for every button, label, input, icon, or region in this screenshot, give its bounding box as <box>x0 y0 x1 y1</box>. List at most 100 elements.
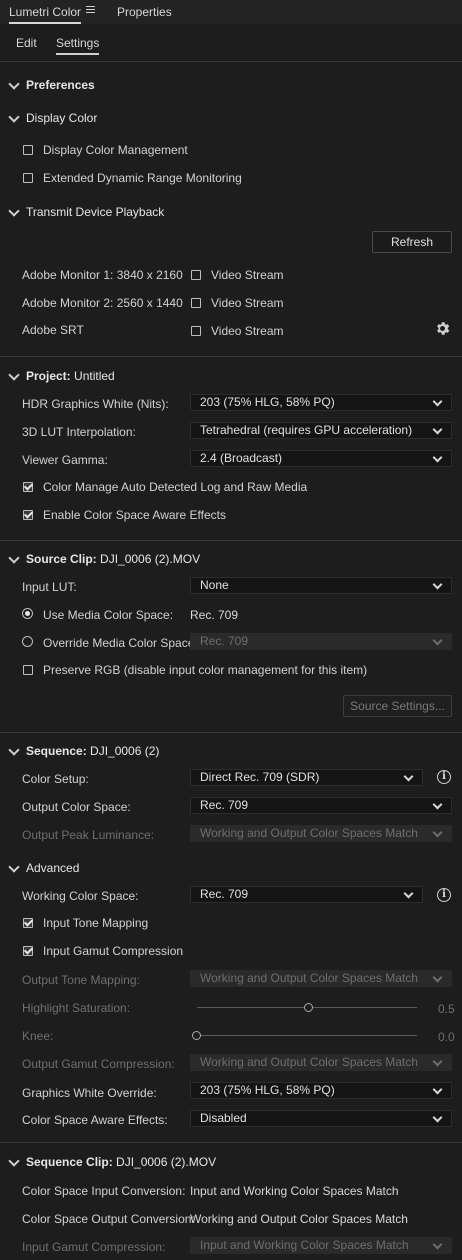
viewer-gamma-dropdown[interactable]: 2.4 (Broadcast) <box>190 450 452 467</box>
subtab-edit[interactable]: Edit <box>16 36 37 50</box>
use-media-color-space-radio[interactable] <box>22 608 33 619</box>
info-icon[interactable]: i <box>437 770 451 784</box>
chevron-down-icon <box>8 861 20 873</box>
input-gamut-compression-checkbox[interactable] <box>23 946 33 956</box>
divider <box>0 1142 462 1143</box>
chevron-down-icon <box>432 452 443 463</box>
tab-lumetri-color[interactable]: Lumetri Color <box>9 5 82 24</box>
chevron-down-icon <box>432 1056 443 1067</box>
edr-monitoring-checkbox[interactable] <box>23 173 33 183</box>
highlight-saturation-handle[interactable] <box>304 1003 313 1012</box>
working-color-space-label: Working Color Space: <box>22 889 139 903</box>
refresh-button[interactable]: Refresh <box>372 231 452 253</box>
chevron-down-icon <box>8 205 20 217</box>
input-gamut-compression-clip-dropdown[interactable]: Input and Working Color Spaces Match <box>190 1237 452 1254</box>
output-conversion-label: Color Space Output Conversion: <box>22 1212 195 1226</box>
section-source-clip[interactable]: Source Clip: DJI_0006 (2).MOV <box>8 552 200 566</box>
working-color-space-dropdown[interactable]: Rec. 709 <box>190 886 423 903</box>
preserve-rgb-checkbox[interactable] <box>23 665 33 675</box>
lut-interpolation-label: 3D LUT Interpolation: <box>22 425 136 439</box>
monitor-1-stream-label: Video Stream <box>211 268 284 282</box>
knee-value: 0.0 <box>438 1030 455 1044</box>
auto-log-checkbox[interactable] <box>23 482 33 492</box>
section-sequence-clip[interactable]: Sequence Clip: DJI_0006 (2).MOV <box>8 1155 216 1169</box>
monitor-2-stream-checkbox[interactable] <box>191 298 201 308</box>
graphics-white-override-label: Graphics White Override: <box>22 1086 157 1100</box>
display-color-management-label: Display Color Management <box>43 143 188 157</box>
section-preferences[interactable]: Preferences <box>8 78 95 92</box>
graphics-white-override-dropdown[interactable]: 203 (75% HLG, 58% PQ) <box>190 1082 452 1099</box>
chevron-down-icon <box>8 552 20 564</box>
display-color-management-checkbox[interactable] <box>23 145 33 155</box>
panel-tab-bar: Lumetri Color Properties <box>0 0 462 24</box>
chevron-down-icon <box>8 744 20 756</box>
chevron-down-icon <box>8 111 20 123</box>
output-color-space-label: Output Color Space: <box>22 800 131 814</box>
input-lut-label: Input LUT: <box>22 580 77 594</box>
input-lut-dropdown[interactable]: None <box>190 577 452 594</box>
use-media-color-space-value: Rec. 709 <box>190 608 239 622</box>
output-color-space-dropdown[interactable]: Rec. 709 <box>190 797 452 814</box>
input-tone-mapping-checkbox[interactable] <box>23 918 33 928</box>
chevron-down-icon <box>432 635 443 646</box>
chevron-down-icon <box>432 396 443 407</box>
adobe-srt-stream-checkbox[interactable] <box>191 326 201 336</box>
section-project[interactable]: Project: Untitled <box>8 369 115 383</box>
adobe-srt-label: Adobe SRT <box>22 323 84 337</box>
knee-handle[interactable] <box>192 1031 201 1040</box>
chevron-down-icon <box>432 827 443 838</box>
input-gamut-compression-clip-label: Input Gamut Compression: <box>22 1240 166 1254</box>
chevron-down-icon <box>8 78 20 90</box>
output-peak-luminance-label: Output Peak Luminance: <box>22 828 155 842</box>
monitor-2-label: Adobe Monitor 2: 2560 x 1440 <box>22 296 183 310</box>
chevron-down-icon <box>403 771 414 782</box>
use-media-color-space-label: Use Media Color Space: <box>43 608 174 622</box>
output-conversion-value: Working and Output Color Spaces Match <box>190 1212 408 1226</box>
adobe-srt-stream-label: Video Stream <box>211 324 284 338</box>
section-sequence[interactable]: Sequence: DJI_0006 (2) <box>8 744 159 758</box>
hdr-graphics-white-label: HDR Graphics White (Nits): <box>22 397 169 411</box>
info-icon[interactable]: i <box>437 888 451 902</box>
color-setup-dropdown[interactable]: Direct Rec. 709 (SDR) <box>190 769 423 786</box>
preserve-rgb-label: Preserve RGB (disable input color manage… <box>43 663 368 677</box>
highlight-saturation-label: Highlight Saturation: <box>22 1001 131 1015</box>
output-tone-mapping-dropdown[interactable]: Working and Output Color Spaces Match <box>190 970 452 987</box>
aware-effects-checkbox[interactable] <box>23 510 33 520</box>
chevron-down-icon <box>432 424 443 435</box>
viewer-gamma-label: Viewer Gamma: <box>22 453 108 467</box>
knee-slider[interactable] <box>197 1035 417 1036</box>
color-space-aware-effects-dropdown[interactable]: Disabled <box>190 1110 452 1127</box>
output-peak-luminance-dropdown[interactable]: Working and Output Color Spaces Match <box>190 825 452 842</box>
source-settings-button[interactable]: Source Settings... <box>343 695 452 717</box>
chevron-down-icon <box>432 1084 443 1095</box>
subtab-settings[interactable]: Settings <box>56 36 100 55</box>
color-setup-label: Color Setup: <box>22 772 89 786</box>
lut-interpolation-dropdown[interactable]: Tetrahedral (requires GPU acceleration) <box>190 422 452 439</box>
chevron-down-icon <box>432 1112 443 1123</box>
auto-log-label: Color Manage Auto Detected Log and Raw M… <box>43 480 308 494</box>
input-gamut-compression-label: Input Gamut Compression <box>43 944 184 958</box>
output-gamut-compression-dropdown[interactable]: Working and Output Color Spaces Match <box>190 1054 452 1071</box>
hamburger-icon[interactable] <box>86 6 95 15</box>
chevron-down-icon <box>403 888 414 899</box>
output-tone-mapping-label: Output Tone Mapping: <box>22 973 140 987</box>
hdr-graphics-white-dropdown[interactable]: 203 (75% HLG, 58% PQ) <box>190 394 452 411</box>
tab-properties[interactable]: Properties <box>117 5 172 19</box>
section-transmit-device-playback[interactable]: Transmit Device Playback <box>8 205 164 219</box>
chevron-down-icon <box>432 1239 443 1250</box>
section-advanced[interactable]: Advanced <box>8 861 79 875</box>
edr-monitoring-label: Extended Dynamic Range Monitoring <box>43 171 242 185</box>
gear-icon[interactable] <box>434 320 451 337</box>
aware-effects-label: Enable Color Space Aware Effects <box>43 508 226 522</box>
chevron-down-icon <box>432 799 443 810</box>
input-conversion-value: Input and Working Color Spaces Match <box>190 1184 399 1198</box>
monitor-1-stream-checkbox[interactable] <box>191 270 201 280</box>
input-tone-mapping-label: Input Tone Mapping <box>43 916 149 930</box>
divider <box>0 61 462 62</box>
divider <box>0 356 462 357</box>
override-media-color-space-radio[interactable] <box>22 636 33 647</box>
section-display-color[interactable]: Display Color <box>8 111 97 125</box>
override-media-color-space-label: Override Media Color Space: <box>43 636 198 650</box>
monitor-2-stream-label: Video Stream <box>211 296 284 310</box>
override-media-color-space-dropdown[interactable]: Rec. 709 <box>190 633 452 650</box>
